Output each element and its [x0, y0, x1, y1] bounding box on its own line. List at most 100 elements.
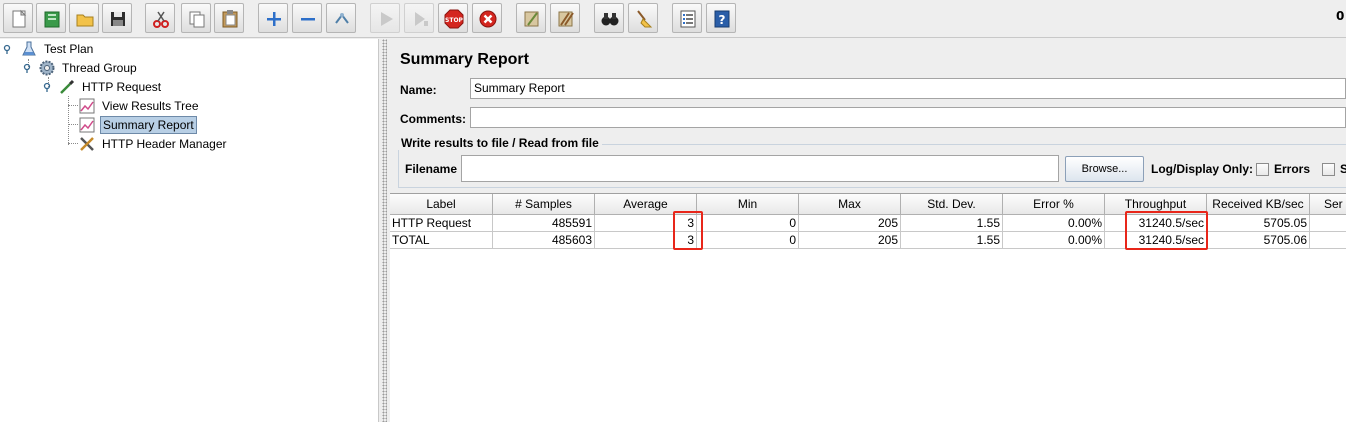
cut-icon [153, 11, 169, 28]
graph-icon [79, 117, 95, 132]
broom-icon [524, 11, 539, 27]
shutdown-icon [479, 10, 497, 28]
collapse-button[interactable] [292, 3, 322, 33]
summary-report-panel: Summary Report Name: Summary Report Comm… [390, 39, 1346, 422]
table-cell-label[interactable]: TOTAL [390, 232, 493, 249]
table-cell-max[interactable]: 205 [799, 215, 901, 232]
table-cell-received[interactable]: 5705.05 [1207, 215, 1310, 232]
save-button[interactable] [102, 3, 132, 33]
name-label: Name: [400, 83, 437, 97]
sweep-icon [637, 10, 653, 28]
tree-connector [68, 124, 78, 125]
pipette-icon [60, 79, 75, 94]
browse-button[interactable]: Browse... [1065, 156, 1144, 182]
tree-item-label: Thread Group [62, 60, 137, 75]
successes-checkbox[interactable] [1322, 163, 1335, 176]
table-cell-min[interactable]: 0 [697, 232, 799, 249]
divider-grip [382, 39, 387, 422]
table-cell-max[interactable]: 205 [799, 232, 901, 249]
column-header-received[interactable]: Received KB/sec [1207, 194, 1310, 215]
svg-text:?: ? [719, 13, 726, 27]
reset-search-button[interactable] [628, 3, 658, 33]
templates-button[interactable] [36, 3, 66, 33]
new-icon [12, 9, 27, 28]
table-cell-std-dev[interactable]: 1.55 [901, 215, 1003, 232]
stop-icon: STOP [444, 9, 464, 29]
open-button[interactable] [69, 3, 99, 33]
tree-item-label: HTTP Header Manager [102, 136, 227, 151]
errors-checkbox[interactable] [1256, 163, 1269, 176]
active-threads-counter: 0 [1336, 9, 1345, 23]
function-helper-button[interactable] [672, 3, 702, 33]
start-button[interactable] [370, 3, 400, 33]
expand-handle-icon[interactable] [3, 44, 13, 54]
comments-field[interactable] [470, 107, 1346, 128]
column-header-sent[interactable]: Ser [1310, 194, 1346, 215]
help-icon: ? [714, 10, 730, 28]
clear-button[interactable] [516, 3, 546, 33]
page-title: Summary Report [400, 51, 529, 68]
tree-item-label: View Results Tree [102, 98, 199, 113]
minus-icon [301, 18, 315, 21]
comments-label: Comments: [400, 112, 467, 126]
tree-item-summary-report[interactable]: Summary Report [78, 115, 197, 134]
copy-button[interactable] [181, 3, 211, 33]
clear-all-icon [558, 11, 574, 27]
new-button[interactable] [3, 3, 33, 33]
expand-button[interactable] [258, 3, 288, 33]
expand-handle-icon[interactable] [23, 63, 33, 73]
toolbar: STOP ? 0 [0, 0, 1346, 38]
table-cell-min[interactable]: 0 [697, 215, 799, 232]
toggle-button[interactable] [326, 3, 356, 33]
tree-item-label: HTTP Request [82, 79, 162, 94]
search-button[interactable] [594, 3, 624, 33]
table-cell-samples[interactable]: 485591 [493, 215, 595, 232]
play-icon [381, 12, 393, 26]
cut-button[interactable] [145, 3, 175, 33]
shutdown-button[interactable] [472, 3, 502, 33]
flask-icon [22, 41, 36, 55]
column-header-std-dev[interactable]: Std. Dev. [901, 194, 1003, 215]
tree-item-view-results-tree[interactable]: View Results Tree [78, 96, 201, 115]
successes-label: S [1340, 162, 1346, 176]
table-cell-samples[interactable]: 485603 [493, 232, 595, 249]
tree-item-label: Summary Report [100, 115, 197, 134]
table-cell-sent[interactable] [1310, 215, 1346, 232]
plus-icon [267, 12, 281, 26]
errors-label: Errors [1274, 162, 1311, 176]
graph-icon [79, 98, 95, 113]
table-cell-error-percent[interactable]: 0.00% [1003, 215, 1105, 232]
filename-field[interactable] [461, 155, 1059, 182]
paste-button[interactable] [214, 3, 244, 33]
tree-item-test-plan[interactable]: Test Plan [20, 39, 95, 58]
tree-item-http-header-manager[interactable]: HTTP Header Manager [78, 134, 229, 153]
table-cell-received[interactable]: 5705.06 [1207, 232, 1310, 249]
tree-item-thread-group[interactable]: Thread Group [38, 58, 139, 77]
tree-item-label: Test Plan [44, 41, 94, 56]
column-header-error-percent[interactable]: Error % [1003, 194, 1105, 215]
templates-icon [44, 11, 60, 28]
copy-icon [189, 11, 205, 28]
tree-connector [68, 105, 78, 106]
name-field[interactable]: Summary Report [470, 78, 1346, 99]
tree-item-http-request[interactable]: HTTP Request [58, 77, 163, 96]
column-header-label[interactable]: Label [390, 194, 493, 215]
tools-icon [80, 136, 94, 151]
clear-all-button[interactable] [550, 3, 580, 33]
table-cell-label[interactable]: HTTP Request [390, 215, 493, 232]
table-cell-sent[interactable] [1310, 232, 1346, 249]
column-header-min[interactable]: Min [697, 194, 799, 215]
help-button[interactable]: ? [706, 3, 736, 33]
start-no-pause-button[interactable] [404, 3, 434, 33]
table-cell-std-dev[interactable]: 1.55 [901, 232, 1003, 249]
toggle-icon [335, 13, 349, 24]
split-pane-divider[interactable] [378, 39, 390, 422]
table-cell-error-percent[interactable]: 0.00% [1003, 232, 1105, 249]
expand-handle-icon[interactable] [43, 82, 53, 92]
stop-button[interactable]: STOP [438, 3, 468, 33]
column-header-max[interactable]: Max [799, 194, 901, 215]
filename-label: Filename [405, 162, 458, 176]
log-display-only-label: Log/Display Only: [1151, 162, 1254, 176]
throughput-highlight-box [1125, 211, 1208, 250]
column-header-samples[interactable]: # Samples [493, 194, 595, 215]
